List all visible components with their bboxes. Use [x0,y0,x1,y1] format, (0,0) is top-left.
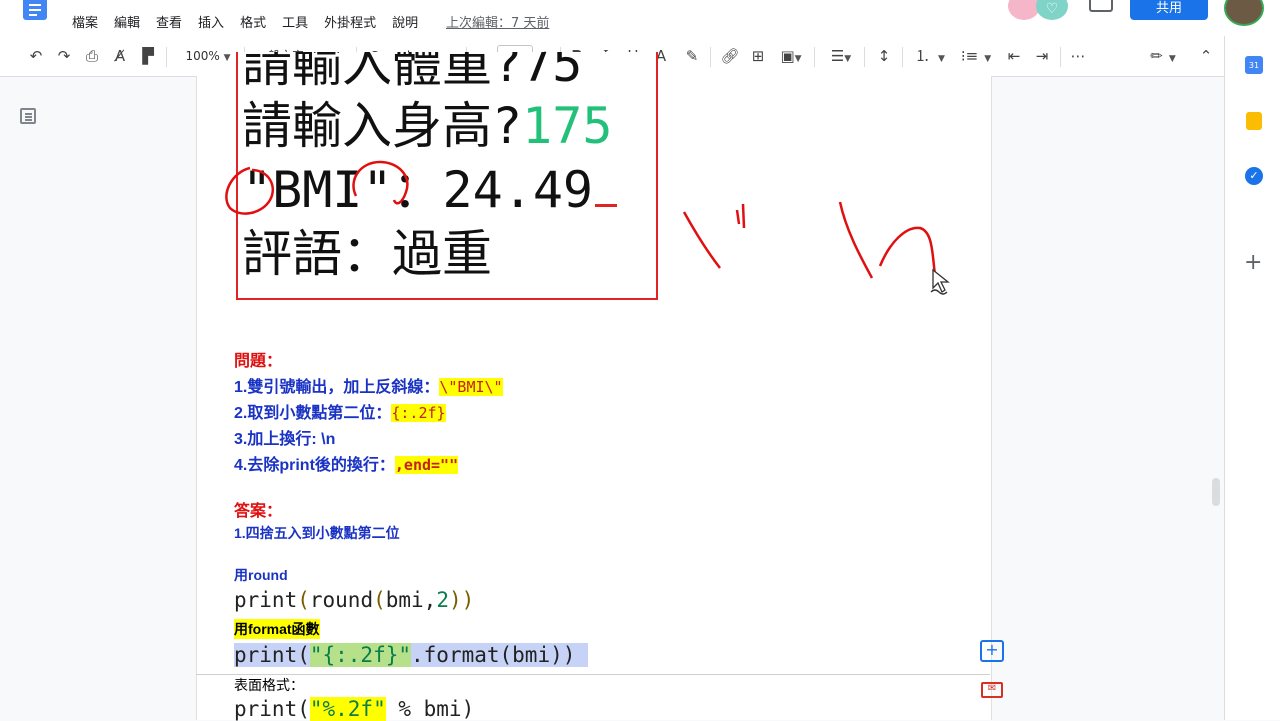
code-percent: print("%.2f" % bmi) [234,697,475,721]
code-round: print(round(bmi,2)) [234,588,475,612]
pen-annotations [225,160,938,283]
surface-format-label: 表面格式： [234,677,304,693]
code-format: print("{:.2f}".format(bmi)) [234,643,589,667]
format-label: 用format函數 [234,619,320,639]
question-1: 1.雙引號輸出，加上反斜線：\"BMI\" [234,378,503,396]
question-4: 4.去除print後的換行：,end="" [234,456,459,474]
question-3: 3.加上換行: \n [234,431,336,448]
email-collaborators-button[interactable]: ✉ [981,682,1003,698]
questions-heading: 問題： [234,353,283,370]
round-label: 用round [234,567,288,583]
answers-heading: 答案： [234,503,283,520]
mouse-pointer-icon [930,268,956,302]
answer-1: 1.四捨五入到小數點第二位 [234,525,400,541]
add-comment-button[interactable]: + [980,640,1004,662]
question-2: 2.取到小數點第二位：{:.2f} [234,404,446,422]
